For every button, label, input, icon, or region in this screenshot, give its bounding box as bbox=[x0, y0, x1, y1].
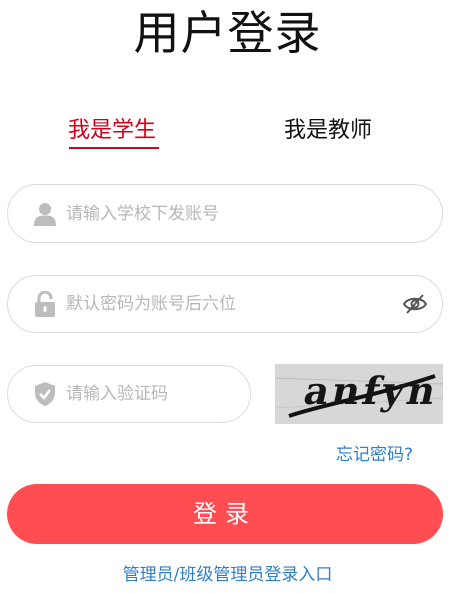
captcha-input[interactable] bbox=[66, 384, 250, 404]
lock-icon bbox=[33, 291, 57, 317]
tab-teacher[interactable]: 我是教师 bbox=[284, 112, 372, 150]
captcha-text: anfyn bbox=[300, 368, 443, 413]
user-icon bbox=[33, 201, 57, 227]
captcha-field[interactable] bbox=[7, 365, 251, 423]
account-input[interactable] bbox=[66, 203, 442, 224]
forgot-password-link[interactable]: 忘记密码? bbox=[336, 442, 413, 468]
login-button[interactable]: 登录 bbox=[7, 484, 443, 544]
shield-check-icon bbox=[33, 381, 57, 407]
page-title: 用户登录 bbox=[133, 6, 322, 60]
password-field[interactable] bbox=[7, 275, 443, 333]
eye-off-icon[interactable] bbox=[402, 291, 428, 317]
tab-student[interactable]: 我是学生 bbox=[68, 112, 156, 150]
admin-login-link[interactable]: 管理员/班级管理员登录入口 bbox=[0, 562, 455, 588]
account-field[interactable] bbox=[7, 184, 443, 243]
active-tab-underline bbox=[69, 147, 159, 149]
password-input[interactable] bbox=[66, 294, 402, 314]
captcha-image[interactable]: anfyn bbox=[275, 364, 443, 424]
